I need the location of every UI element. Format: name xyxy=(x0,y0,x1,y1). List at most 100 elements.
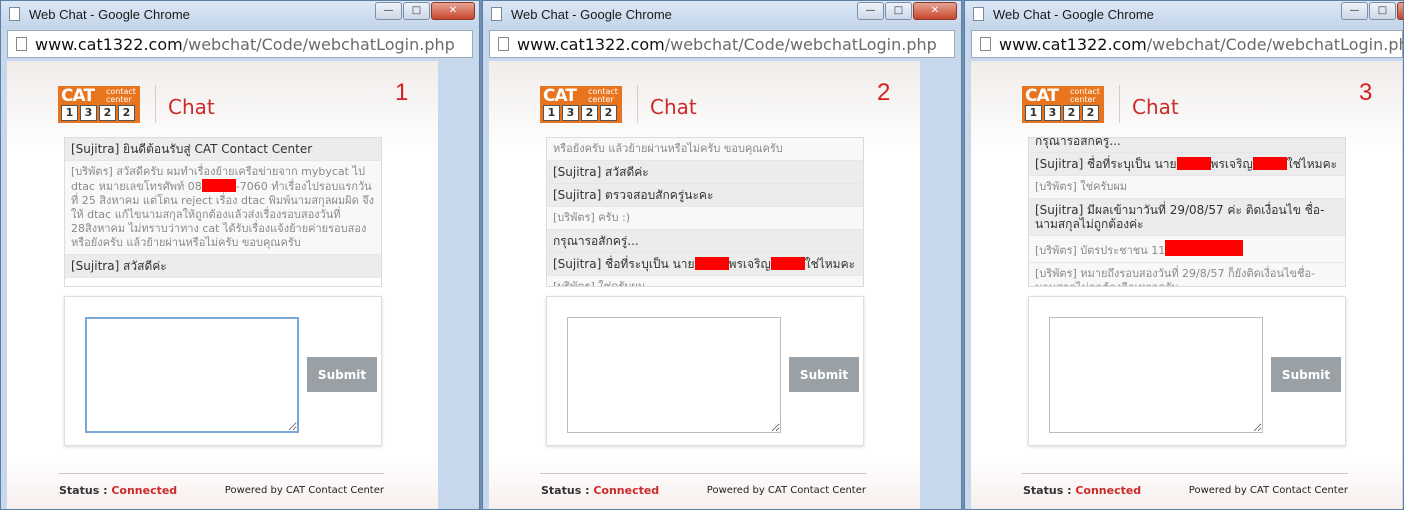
redaction-box xyxy=(1165,240,1244,256)
window-number-label: 3 xyxy=(1359,79,1373,106)
chat-transcript[interactable]: [Sujitra] ยินดีต้อนรับสู่ CAT Contact Ce… xyxy=(64,137,382,287)
page-icon xyxy=(980,37,991,51)
connection-status: Status : Connected xyxy=(1023,484,1142,497)
url-text: www.cat1322.com/webchat/Code/webchatLogi… xyxy=(35,35,455,54)
window-number-label: 1 xyxy=(395,79,409,106)
submit-button[interactable]: Submit xyxy=(1271,357,1341,392)
browser-window-3: Web Chat - Google Chrome — □ ✕ www.cat13… xyxy=(964,0,1404,510)
connection-status: Status : Connected xyxy=(541,484,660,497)
chat-message: [บริพัตร] ใช่ครับผม xyxy=(547,276,863,286)
window-number-label: 2 xyxy=(877,79,891,106)
url-text: www.cat1322.com/webchat/Code/webchatLogi… xyxy=(999,35,1404,54)
footer-divider xyxy=(1022,473,1348,474)
message-composer: Submit xyxy=(1028,296,1346,446)
chat-message: กรุณารอสักครู่... xyxy=(547,230,863,253)
chat-message: [Sujitra] สวัสดีค่ะ xyxy=(547,161,863,184)
address-bar[interactable]: www.cat1322.com/webchat/Code/webchatLogi… xyxy=(7,30,473,58)
chat-message: [Sujitra] ตรวจสอบสักครู่นะคะ xyxy=(547,184,863,207)
connection-status: Status : Connected xyxy=(59,484,178,497)
logo-divider xyxy=(1119,85,1120,123)
chat-page: CAT contact center 1 3 2 2 Chat 1 [Sujitr… xyxy=(7,61,438,509)
chat-message: [บริพัตร] สวัสดีครับ ผมทำเรื่องย้ายเครือ… xyxy=(65,161,381,255)
window-controls: — □ ✕ xyxy=(374,2,475,20)
logo-contact-center-text: contact center xyxy=(106,87,136,104)
chat-message: [Sujitra] ชื่อที่ระบุเป็น นาย พรเจริญ ใช่ไ… xyxy=(1029,153,1345,176)
window-controls: — □ ✕ xyxy=(856,2,957,20)
url-domain: www.cat1322.com xyxy=(517,35,665,54)
browser-window-1: Web Chat - Google Chrome — □ ✕ www.cat13… xyxy=(0,0,480,510)
title-bar[interactable]: Web Chat - Google Chrome — □ ✕ xyxy=(483,1,961,29)
close-button[interactable]: ✕ xyxy=(1397,2,1403,20)
minimize-button[interactable]: — xyxy=(375,2,402,20)
browser-window-2: Web Chat - Google Chrome — □ ✕ www.cat13… xyxy=(482,0,962,510)
window-controls: — □ ✕ xyxy=(1340,2,1403,20)
powered-by: Powered by CAT Contact Center xyxy=(224,485,384,496)
minimize-button[interactable]: — xyxy=(857,2,884,20)
page-icon xyxy=(491,7,502,21)
redaction-box xyxy=(1252,157,1287,170)
address-bar[interactable]: www.cat1322.com/webchat/Code/webchatLogi… xyxy=(489,30,955,58)
logo-contact-center-text: contact center xyxy=(1070,87,1100,104)
logo-cat-text: CAT xyxy=(543,86,577,106)
url-path: /webchat/Code/webchatLogin.php xyxy=(1146,35,1404,54)
footer-divider xyxy=(540,473,866,474)
chat-transcript[interactable]: กรุณารอสักครู่... [Sujitra] ชื่อที่ระบุเ… xyxy=(1028,137,1346,287)
maximize-button[interactable]: □ xyxy=(885,2,912,20)
logo-cat-text: CAT xyxy=(1025,86,1059,106)
chat-message: [บริพัตร] หมายถึงรอบสองวันที่ 29/8/57 ก็… xyxy=(1029,263,1345,286)
maximize-button[interactable]: □ xyxy=(1369,2,1396,20)
page-icon xyxy=(9,7,20,21)
maximize-button[interactable]: □ xyxy=(403,2,430,20)
chat-message: [Sujitra] สวัสดีค่ะ xyxy=(65,255,381,278)
url-domain: www.cat1322.com xyxy=(35,35,183,54)
url-path: /webchat/Code/webchatLogin.php xyxy=(182,35,455,54)
chat-message: [Sujitra] ชื่อที่ระบุเป็น นาย พรเจริญ ใช่ไ… xyxy=(547,253,863,276)
message-input[interactable] xyxy=(85,317,299,433)
powered-by: Powered by CAT Contact Center xyxy=(706,485,866,496)
chat-transcript[interactable]: หรือยังครับ แล้วย้ายผ่านหรือไม่ครับ ขอบค… xyxy=(546,137,864,287)
minimize-button[interactable]: — xyxy=(1341,2,1368,20)
chat-title: Chat xyxy=(1132,95,1179,119)
logo-digits: 1 3 2 2 xyxy=(543,105,619,121)
message-input[interactable] xyxy=(567,317,781,433)
message-input[interactable] xyxy=(1049,317,1263,433)
chat-message: [Sujitra] มีผลเข้ามาวันที่ 29/08/57 ค่ะ … xyxy=(1029,199,1345,236)
page-icon xyxy=(16,37,27,51)
chat-message: [บริพัตร] ใช่ครับผม xyxy=(1029,176,1345,199)
cat-contact-center-logo: CAT contact center 1 3 2 2 xyxy=(540,86,622,123)
submit-button[interactable]: Submit xyxy=(789,357,859,392)
submit-button[interactable]: Submit xyxy=(307,357,377,392)
address-bar[interactable]: www.cat1322.com/webchat/Code/webchatLogi… xyxy=(971,30,1403,58)
title-bar[interactable]: Web Chat - Google Chrome — □ ✕ xyxy=(965,1,1403,29)
window-title: Web Chat - Google Chrome xyxy=(29,7,190,22)
chat-page: CAT contact center 1 3 2 2 Chat 3 กรุณารอ… xyxy=(971,61,1402,509)
chat-message: กรุณารอสักครู่... xyxy=(1029,138,1345,153)
logo-cat-text: CAT xyxy=(61,86,95,106)
redaction-box xyxy=(770,257,805,270)
chat-title: Chat xyxy=(650,95,697,119)
logo-divider xyxy=(637,85,638,123)
window-title: Web Chat - Google Chrome xyxy=(511,7,672,22)
chat-message: [Sujitra] ยินดีต้อนรับสู่ CAT Contact Ce… xyxy=(65,138,381,161)
logo-digits: 1 3 2 2 xyxy=(1025,105,1101,121)
redaction-box xyxy=(1176,157,1211,170)
chat-title: Chat xyxy=(168,95,215,119)
url-text: www.cat1322.com/webchat/Code/webchatLogi… xyxy=(517,35,937,54)
close-button[interactable]: ✕ xyxy=(431,2,475,20)
chat-message: [บริพัตร] ครับ :) xyxy=(547,207,863,230)
page-icon xyxy=(498,37,509,51)
chat-message: หรือยังครับ แล้วย้ายผ่านหรือไม่ครับ ขอบค… xyxy=(547,138,863,161)
close-button[interactable]: ✕ xyxy=(913,2,957,20)
window-title: Web Chat - Google Chrome xyxy=(993,7,1154,22)
url-domain: www.cat1322.com xyxy=(999,35,1147,54)
redaction-box xyxy=(201,179,236,192)
logo-digits: 1 3 2 2 xyxy=(61,105,137,121)
chat-message: [บริพัตร] บัตรประชาชน 11 xyxy=(1029,236,1345,263)
redaction-box xyxy=(694,257,729,270)
logo-divider xyxy=(155,85,156,123)
title-bar[interactable]: Web Chat - Google Chrome — □ ✕ xyxy=(1,1,479,29)
cat-contact-center-logo: CAT contact center 1 3 2 2 xyxy=(1022,86,1104,123)
url-path: /webchat/Code/webchatLogin.php xyxy=(664,35,937,54)
powered-by: Powered by CAT Contact Center xyxy=(1188,485,1348,496)
chat-page: CAT contact center 1 3 2 2 Chat 2 หรือยัง… xyxy=(489,61,920,509)
